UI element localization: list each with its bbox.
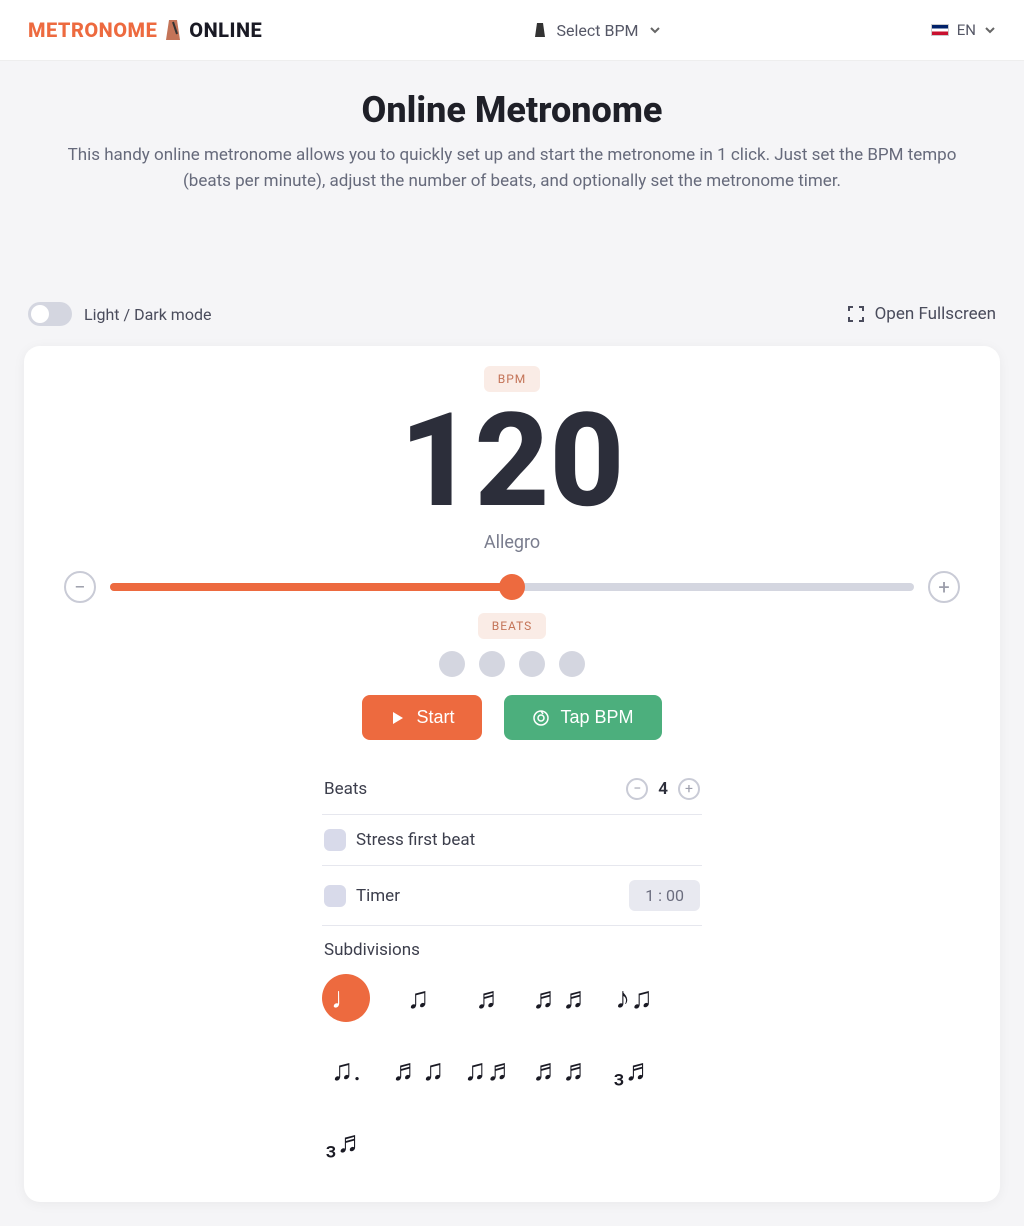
page-title: Online Metronome bbox=[40, 89, 984, 131]
stress-setting: Stress first beat bbox=[322, 815, 702, 866]
fullscreen-button[interactable]: Open Fullscreen bbox=[847, 304, 996, 324]
beat-dot bbox=[519, 651, 545, 677]
beat-indicators bbox=[64, 651, 960, 677]
language-selector[interactable]: EN bbox=[931, 21, 996, 39]
beat-dot bbox=[559, 651, 585, 677]
beats-increase-button[interactable]: + bbox=[678, 778, 700, 800]
bpm-display[interactable]: 120 bbox=[64, 396, 960, 526]
timer-checkbox[interactable] bbox=[324, 885, 346, 907]
slider-thumb[interactable] bbox=[499, 574, 525, 600]
play-icon bbox=[390, 710, 406, 726]
beats-value: 4 bbox=[658, 779, 668, 799]
subdivisions-label: Subdivisions bbox=[322, 926, 702, 968]
metronome-small-icon bbox=[533, 22, 547, 38]
select-bpm-dropdown[interactable]: Select BPM bbox=[533, 21, 661, 40]
beat-dot bbox=[439, 651, 465, 677]
tap-icon bbox=[532, 709, 550, 727]
beats-decrease-button[interactable]: − bbox=[626, 778, 648, 800]
bpm-slider[interactable] bbox=[110, 583, 914, 591]
timer-label: Timer bbox=[356, 886, 400, 906]
bpm-increase-button[interactable]: + bbox=[928, 571, 960, 603]
subdivision-option[interactable]: ♫. bbox=[322, 1046, 370, 1094]
flag-icon bbox=[931, 24, 949, 36]
beats-label: Beats bbox=[324, 779, 367, 799]
header: METRONOME ONLINE Select BPM EN bbox=[0, 0, 1024, 61]
metronome-icon bbox=[163, 18, 183, 42]
beat-dot bbox=[479, 651, 505, 677]
bpm-slider-row: − + bbox=[64, 571, 960, 603]
page-description: This handy online metronome allows you t… bbox=[52, 143, 972, 194]
settings-panel: Beats − 4 + Stress first beat Timer 1 : … bbox=[322, 764, 702, 1172]
tap-bpm-button[interactable]: Tap BPM bbox=[504, 695, 661, 740]
beats-setting: Beats − 4 + bbox=[322, 764, 702, 815]
stress-checkbox[interactable] bbox=[324, 829, 346, 851]
stress-label: Stress first beat bbox=[356, 830, 475, 850]
select-bpm-label: Select BPM bbox=[557, 21, 639, 40]
hero: Online Metronome This handy online metro… bbox=[0, 61, 1024, 210]
subdivision-option[interactable]: ♪♫ bbox=[610, 974, 658, 1022]
subdivision-option[interactable]: ₃♬ bbox=[610, 1046, 658, 1094]
bpm-decrease-button[interactable]: − bbox=[64, 571, 96, 603]
subdivision-option[interactable]: ♬♫ bbox=[394, 1046, 442, 1094]
subdivision-option[interactable]: ₃♬ bbox=[322, 1118, 370, 1166]
dark-mode-toggle[interactable] bbox=[28, 302, 72, 326]
chevron-down-icon bbox=[649, 24, 661, 36]
start-button[interactable]: Start bbox=[362, 695, 482, 740]
metronome-card: BPM 120 Allegro − + BEATS Start Tap BPM bbox=[24, 346, 1000, 1202]
tempo-name: Allegro bbox=[64, 532, 960, 553]
tap-label: Tap BPM bbox=[560, 707, 633, 728]
fullscreen-label: Open Fullscreen bbox=[875, 304, 996, 324]
subdivision-option[interactable]: ♫♬ bbox=[466, 1046, 514, 1094]
chevron-down-icon bbox=[984, 24, 996, 36]
subdivision-option[interactable]: ♬ bbox=[466, 974, 514, 1022]
fullscreen-icon bbox=[847, 305, 865, 323]
timer-setting: Timer 1 : 00 bbox=[322, 866, 702, 926]
action-buttons: Start Tap BPM bbox=[64, 695, 960, 740]
slider-fill bbox=[110, 583, 512, 591]
subdivision-option[interactable]: ♬♬ bbox=[538, 1046, 586, 1094]
logo-text-1: METRONOME bbox=[28, 18, 157, 42]
logo-text-2: ONLINE bbox=[189, 18, 262, 42]
beats-stepper: − 4 + bbox=[626, 778, 700, 800]
timer-input[interactable]: 1 : 00 bbox=[629, 880, 700, 911]
beats-badge: BEATS bbox=[478, 613, 547, 639]
lang-code: EN bbox=[957, 21, 976, 39]
start-label: Start bbox=[416, 707, 454, 728]
subdivision-option[interactable]: ♬♬ bbox=[538, 974, 586, 1022]
subdivision-option[interactable]: ♩ bbox=[322, 974, 370, 1022]
subdivisions-grid: ♩ ♫ ♬ ♬♬ ♪♫ ♫. ♬♫ ♫♬ ♬♬ ₃♬ ₃♬ bbox=[322, 968, 702, 1172]
logo[interactable]: METRONOME ONLINE bbox=[28, 18, 262, 42]
mode-row: Light / Dark mode Open Fullscreen bbox=[0, 290, 1024, 338]
subdivision-option[interactable]: ♫ bbox=[394, 974, 442, 1022]
dark-mode-label: Light / Dark mode bbox=[84, 305, 211, 324]
